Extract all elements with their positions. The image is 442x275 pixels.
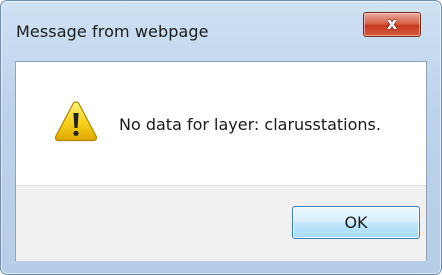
dialog-content: No data for layer: clarusstations. OK bbox=[15, 61, 427, 261]
button-area: OK bbox=[16, 185, 426, 261]
window-title: Message from webpage bbox=[16, 22, 209, 41]
close-button[interactable]: x bbox=[363, 12, 421, 37]
ok-button[interactable]: OK bbox=[292, 206, 420, 239]
warning-icon bbox=[54, 101, 98, 142]
message-dialog: Message from webpage x No data for layer… bbox=[0, 0, 442, 275]
message-area: No data for layer: clarusstations. bbox=[16, 62, 426, 185]
message-text: No data for layer: clarusstations. bbox=[119, 115, 381, 134]
